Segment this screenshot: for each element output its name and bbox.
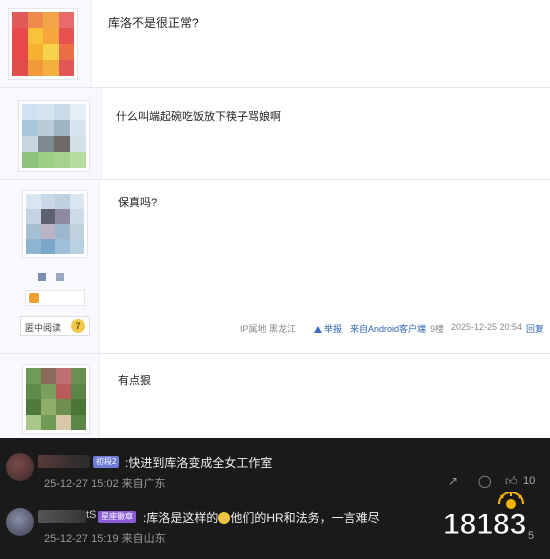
post-content: 保真吗? xyxy=(118,197,158,209)
post-time: 2025-12-25 20:54 xyxy=(451,322,523,332)
user-avatar[interactable] xyxy=(18,100,90,172)
like-icon[interactable]: 👍︎ xyxy=(505,474,518,489)
commenter-name[interactable] xyxy=(38,455,90,468)
username[interactable] xyxy=(38,272,78,282)
watermark-logo: 18183 xyxy=(441,491,541,542)
emoji-icon xyxy=(218,512,231,524)
warning-icon xyxy=(314,326,322,333)
level-number: 7 xyxy=(71,319,85,333)
ip-location: IP属地 黑龙江 xyxy=(240,324,297,334)
report-link[interactable]: 举报 xyxy=(314,322,342,335)
comment-text: :库洛是这样的 他们的HR和法务，一言难尽 xyxy=(143,511,380,525)
like-count: 10 xyxy=(523,475,536,487)
post-content: 有点狠 xyxy=(118,375,151,387)
client-link[interactable]: 来自Android客户端 xyxy=(350,322,426,335)
user-avatar[interactable] xyxy=(8,8,78,80)
badge-icon xyxy=(29,293,39,303)
forum-post: 什么叫端起碗吃饭放下筷子骂娘啊 xyxy=(0,88,550,180)
user-level: 匿中阅读 7 xyxy=(20,316,90,336)
user-avatar[interactable] xyxy=(22,364,90,434)
commenter-avatar[interactable] xyxy=(6,453,34,481)
commenter-avatar[interactable] xyxy=(6,508,34,536)
comment-date: 25-12-27 15:19 来自山东 xyxy=(44,533,166,545)
watermark-text: 18183 xyxy=(443,508,526,541)
post-content: 什么叫端起碗吃饭放下筷子骂娘啊 xyxy=(116,111,281,123)
comment-icon[interactable]: ◯ xyxy=(478,474,491,488)
floor-number: 9楼 xyxy=(430,324,445,334)
comment-text: :快进到库洛变成全女工作室 xyxy=(125,456,273,470)
user-badge xyxy=(25,290,85,306)
post-content: 库洛不是很正常? xyxy=(108,16,199,30)
comment-date: 25-12-27 15:02 来自广东 xyxy=(44,478,166,490)
reply-link[interactable]: 回复 xyxy=(526,322,544,335)
fan-badge: 初段2 xyxy=(93,456,120,468)
forum-post: 有点狠 xyxy=(0,354,550,438)
fan-badge: 星座徽章 xyxy=(98,511,136,523)
user-avatar[interactable] xyxy=(22,190,88,258)
commenter-name-suffix[interactable]: tS xyxy=(86,509,96,521)
forum-post: 库洛不是很正常? xyxy=(0,0,550,88)
commenter-name[interactable] xyxy=(38,510,86,523)
share-icon[interactable]: ↗ xyxy=(448,474,458,488)
level-label: 匿中阅读 xyxy=(25,323,62,333)
